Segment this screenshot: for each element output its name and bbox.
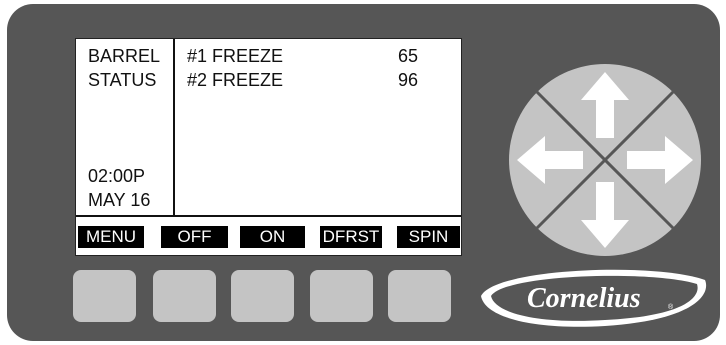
direction-pad[interactable]	[505, 60, 705, 260]
screen-divider-vertical	[173, 39, 175, 215]
clock-time: 02:00P	[88, 166, 146, 186]
softkey-on: ON	[240, 226, 305, 248]
softkey-dfrst: DFRST	[320, 226, 382, 248]
off-button[interactable]	[153, 270, 216, 322]
softkey-off: OFF	[161, 226, 228, 248]
menu-button[interactable]	[73, 270, 136, 322]
barrel-1-value: 65	[398, 46, 419, 66]
spin-button[interactable]	[388, 270, 451, 322]
clock-date: MAY 16	[88, 190, 151, 210]
softkey-menu: MENU	[78, 226, 144, 248]
barrel-1-label: #1 FREEZE	[187, 46, 284, 66]
cornelius-logo: Cornelius ®	[481, 269, 707, 327]
barrel-2-label: #2 FREEZE	[187, 70, 284, 90]
svg-text:®: ®	[668, 303, 674, 311]
barrel-label: BARREL	[88, 46, 161, 66]
svg-text:Cornelius: Cornelius	[527, 283, 641, 314]
softkey-spin: SPIN	[397, 226, 460, 248]
defrost-button[interactable]	[310, 270, 373, 322]
control-panel: BARREL STATUS 02:00P MAY 16 #1 FREEZE 65…	[7, 4, 720, 341]
status-label: STATUS	[88, 70, 157, 90]
on-button[interactable]	[231, 270, 294, 322]
barrel-2-value: 96	[398, 70, 419, 90]
screen-divider-horizontal	[76, 215, 461, 217]
lcd-screen: BARREL STATUS 02:00P MAY 16 #1 FREEZE 65…	[75, 38, 462, 256]
